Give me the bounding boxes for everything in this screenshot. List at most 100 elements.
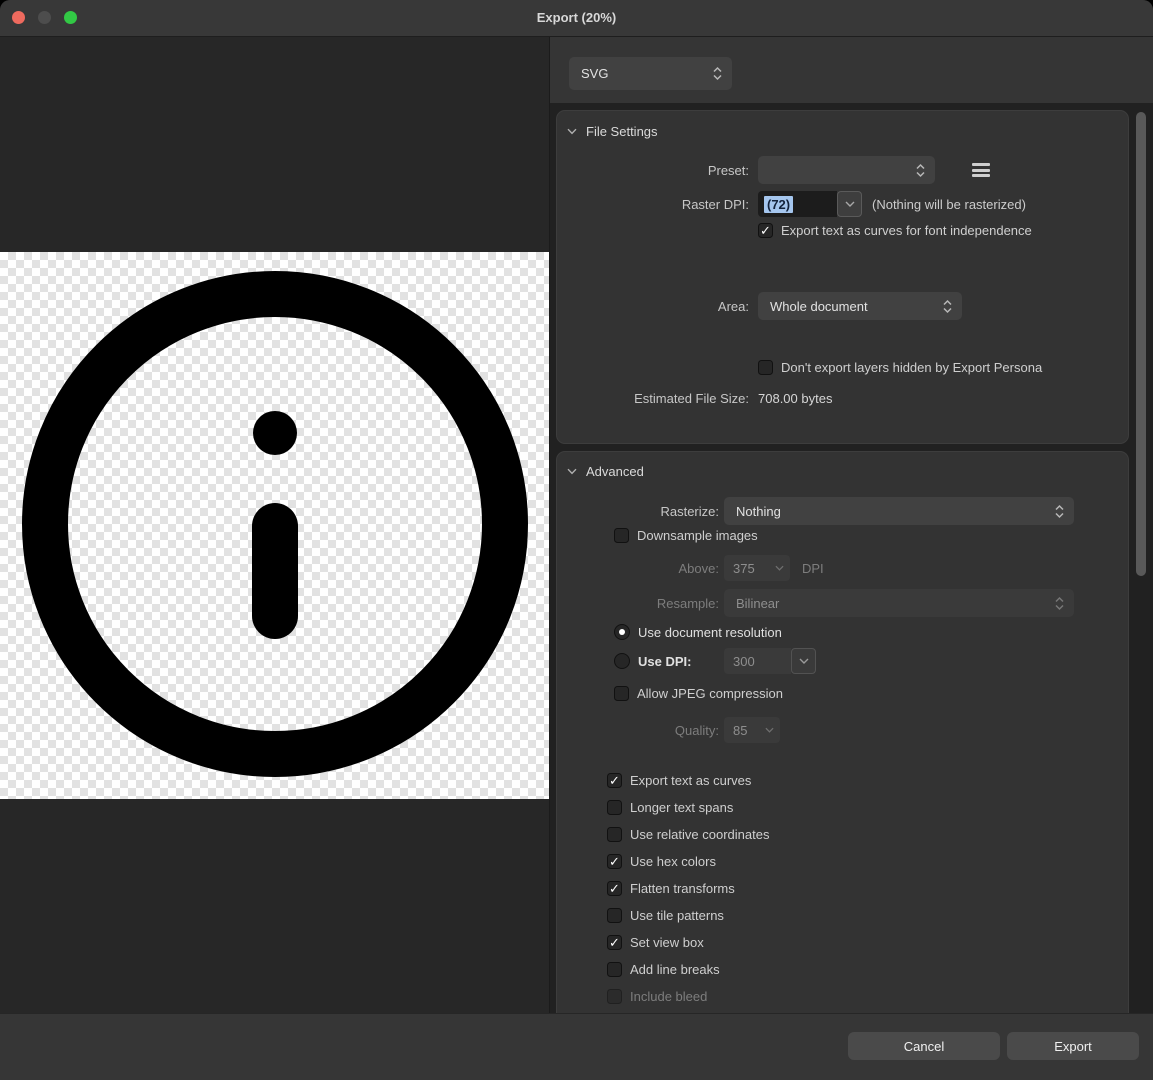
raster-dpi-input[interactable]: (72) xyxy=(758,191,837,217)
use-document-resolution-radio[interactable]: Use document resolution xyxy=(614,624,782,640)
checkbox[interactable] xyxy=(614,686,629,701)
above-label: Above: xyxy=(557,561,719,576)
dialog-footer: Cancel Export xyxy=(0,1013,1153,1080)
scrollbar-thumb[interactable] xyxy=(1136,112,1146,576)
area-value: Whole document xyxy=(770,299,868,314)
option-flatten-transforms[interactable]: Flatten transforms xyxy=(607,881,735,896)
checkbox-label: Flatten transforms xyxy=(630,881,735,896)
quality-combo[interactable]: 85 xyxy=(724,717,780,743)
checkbox[interactable] xyxy=(758,360,773,375)
checkbox[interactable] xyxy=(607,800,622,815)
quality-label: Quality: xyxy=(557,723,719,738)
checkbox xyxy=(607,989,622,1004)
area-label: Area: xyxy=(557,299,749,314)
export-preview xyxy=(0,252,549,799)
checkbox-label: Set view box xyxy=(630,935,704,950)
updown-chevron-icon xyxy=(942,299,953,314)
format-strip: SVG xyxy=(550,37,1153,103)
radio-label: Use DPI: xyxy=(638,654,691,669)
updown-chevron-icon xyxy=(1054,596,1065,611)
checkbox-label: Add line breaks xyxy=(630,962,720,977)
radio-label: Use document resolution xyxy=(638,625,782,640)
preset-label: Preset: xyxy=(557,163,749,178)
export-dialog: Export (20%) SVG File Settings Pre xyxy=(0,0,1153,1080)
checkbox[interactable] xyxy=(607,908,622,923)
use-dpi-dropdown-button[interactable] xyxy=(791,648,816,674)
rasterize-value: Nothing xyxy=(736,504,781,519)
option-export-text-as-curves[interactable]: Export text as curves xyxy=(607,773,751,788)
option-use-relative-coordinates[interactable]: Use relative coordinates xyxy=(607,827,769,842)
checkbox-label: Export text as curves xyxy=(630,773,751,788)
option-longer-text-spans[interactable]: Longer text spans xyxy=(607,800,733,815)
preset-menu-icon[interactable] xyxy=(972,163,990,177)
section-title: Advanced xyxy=(586,464,644,479)
checkbox[interactable] xyxy=(607,854,622,869)
dont-export-hidden-checkbox[interactable]: Don't export layers hidden by Export Per… xyxy=(758,360,1042,375)
preview-background-bottom xyxy=(0,799,549,1013)
export-text-curves-font-checkbox[interactable]: Export text as curves for font independe… xyxy=(758,223,1032,238)
collapse-chevron-icon xyxy=(567,468,577,475)
radio[interactable] xyxy=(614,624,630,640)
option-use-hex-colors[interactable]: Use hex colors xyxy=(607,854,716,869)
raster-dpi-label: Raster DPI: xyxy=(557,197,749,212)
checkbox-label: Use tile patterns xyxy=(630,908,724,923)
option-use-tile-patterns[interactable]: Use tile patterns xyxy=(607,908,724,923)
checkbox-label: Downsample images xyxy=(637,528,758,543)
above-dpi-combo[interactable]: 375 xyxy=(724,555,790,581)
export-button[interactable]: Export xyxy=(1007,1032,1139,1060)
option-include-bleed: Include bleed xyxy=(607,989,707,1004)
down-chevron-icon xyxy=(775,565,784,571)
resample-label: Resample: xyxy=(557,596,719,611)
area-select[interactable]: Whole document xyxy=(758,292,962,320)
checkbox-label: Use relative coordinates xyxy=(630,827,769,842)
use-dpi-combo[interactable]: 300 xyxy=(724,648,791,674)
checkbox-label: Include bleed xyxy=(630,989,707,1004)
format-value: SVG xyxy=(581,66,608,81)
file-settings-header[interactable]: File Settings xyxy=(567,124,658,139)
use-dpi-radio[interactable]: Use DPI: xyxy=(614,653,691,669)
checkbox-label: Don't export layers hidden by Export Per… xyxy=(781,360,1042,375)
raster-dpi-dropdown-button[interactable] xyxy=(837,191,862,217)
resample-select[interactable]: Bilinear xyxy=(724,589,1074,617)
checkbox-label: Export text as curves for font independe… xyxy=(781,223,1032,238)
checkbox[interactable] xyxy=(758,223,773,238)
rasterize-select[interactable]: Nothing xyxy=(724,497,1074,525)
downsample-images-checkbox[interactable]: Downsample images xyxy=(614,528,758,543)
allow-jpeg-compression-checkbox[interactable]: Allow JPEG compression xyxy=(614,686,783,701)
window-title: Export (20%) xyxy=(0,10,1153,25)
titlebar: Export (20%) xyxy=(0,0,1153,37)
advanced-card: Advanced Rasterize: Nothing Downsample i… xyxy=(556,451,1129,1014)
down-chevron-icon xyxy=(765,727,774,733)
updown-chevron-icon xyxy=(712,66,723,81)
checkbox[interactable] xyxy=(607,962,622,977)
checkbox-label: Use hex colors xyxy=(630,854,716,869)
checkbox-label: Longer text spans xyxy=(630,800,733,815)
checkbox[interactable] xyxy=(607,827,622,842)
updown-chevron-icon xyxy=(1054,504,1065,519)
down-chevron-icon xyxy=(799,658,809,664)
option-set-view-box[interactable]: Set view box xyxy=(607,935,704,950)
checkbox[interactable] xyxy=(607,935,622,950)
raster-dpi-note: (Nothing will be rasterized) xyxy=(872,197,1026,212)
format-select[interactable]: SVG xyxy=(569,57,732,90)
collapse-chevron-icon xyxy=(567,128,577,135)
file-settings-card: File Settings Preset: Raster DPI: (72) (… xyxy=(556,110,1129,444)
preview-background-top xyxy=(0,37,549,252)
preset-select[interactable] xyxy=(758,156,935,184)
checkbox[interactable] xyxy=(614,528,629,543)
use-dpi-value: 300 xyxy=(733,654,755,669)
raster-dpi-value: (72) xyxy=(764,196,793,213)
checkbox[interactable] xyxy=(607,881,622,896)
cancel-button[interactable]: Cancel xyxy=(848,1032,1000,1060)
advanced-header[interactable]: Advanced xyxy=(567,464,644,479)
option-add-line-breaks[interactable]: Add line breaks xyxy=(607,962,720,977)
quality-value: 85 xyxy=(733,723,747,738)
down-chevron-icon xyxy=(845,201,855,207)
checkbox[interactable] xyxy=(607,773,622,788)
resample-value: Bilinear xyxy=(736,596,779,611)
radio[interactable] xyxy=(614,653,630,669)
above-dpi-value: 375 xyxy=(733,561,755,576)
info-icon xyxy=(0,252,549,799)
rasterize-label: Rasterize: xyxy=(557,504,719,519)
estimated-size-label: Estimated File Size: xyxy=(557,391,749,406)
